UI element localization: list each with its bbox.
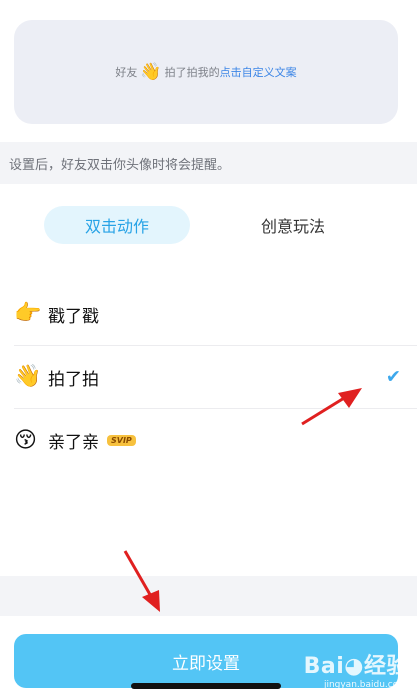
action-label: 拍了拍 bbox=[48, 369, 99, 390]
action-tabs: 双击动作 创意玩法 bbox=[0, 206, 417, 246]
baidu-jingyan-url: jingyan.baidu.com bbox=[323, 680, 407, 690]
tab-creative-play[interactable]: 创意玩法 bbox=[220, 206, 366, 244]
kiss-face-icon: 😚 bbox=[14, 427, 37, 453]
action-item-kiss[interactable]: 😚 亲了亲 SVIP bbox=[14, 409, 417, 472]
wave-hand-icon: 👋 bbox=[14, 364, 42, 389]
customize-text-link[interactable]: 点击自定义文案 bbox=[220, 64, 297, 80]
bottom-divider-band bbox=[0, 576, 417, 616]
svip-badge: SVIP bbox=[107, 435, 136, 446]
pointing-hand-icon: 👉 bbox=[14, 301, 42, 326]
baidu-jingyan-watermark: Bai◕经验 bbox=[303, 654, 409, 679]
hint-label: 设置后，好友双击你头像时将会提醒。 bbox=[9, 157, 231, 173]
preview-middle: 拍了拍我的 bbox=[164, 66, 220, 79]
action-label: 戳了戳 bbox=[48, 306, 99, 327]
action-list: 👉 戳了戳 👋 拍了拍 ✔ 😚 亲了亲 SVIP bbox=[14, 283, 417, 472]
preview-prefix: 好友 bbox=[115, 66, 138, 79]
home-indicator bbox=[131, 683, 281, 689]
hint-text: 设置后，好友双击你头像时将会提醒。 bbox=[0, 142, 417, 184]
tab-double-click-action[interactable]: 双击动作 bbox=[44, 206, 190, 244]
action-item-poke[interactable]: 👉 戳了戳 bbox=[14, 283, 417, 346]
wave-hand-icon: 👋 bbox=[140, 62, 162, 82]
checkmark-icon: ✔ bbox=[385, 366, 401, 388]
action-item-pat[interactable]: 👋 拍了拍 ✔ bbox=[14, 346, 417, 409]
preview-card[interactable]: 好友 👋 拍了拍我的 点击自定义文案 bbox=[14, 20, 398, 124]
action-label: 亲了亲 bbox=[48, 433, 99, 453]
